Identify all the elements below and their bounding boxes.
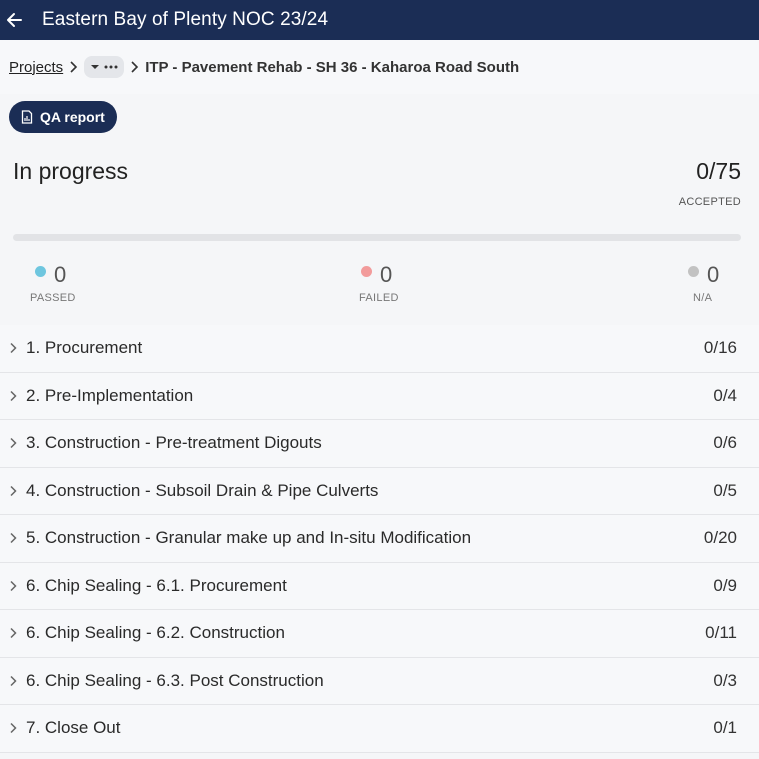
section-row[interactable]: 7. Close Out 0/1 xyxy=(0,705,759,753)
failed-label: FAILED xyxy=(359,292,399,304)
section-name: 5. Construction - Granular make up and I… xyxy=(26,528,472,548)
section-name: 4. Construction - Subsoil Drain & Pipe C… xyxy=(26,480,379,500)
qa-report-button[interactable]: QA report xyxy=(9,101,117,133)
section-row[interactable]: 6. Chip Sealing - 6.1. Procurement 0/9 xyxy=(0,563,759,610)
caret-down-icon xyxy=(91,65,100,69)
section-row[interactable]: 6. Chip Sealing - 6.2. Construction 0/11 xyxy=(0,610,759,658)
failed-count: 0 xyxy=(380,262,393,287)
section-row[interactable]: 3. Construction - Pre-treatment Digouts … xyxy=(0,420,759,468)
section-count: 0/3 xyxy=(713,670,737,690)
chevron-right-icon xyxy=(0,627,26,639)
chevron-right-icon xyxy=(0,485,26,497)
section-name: 7. Close Out xyxy=(26,718,121,738)
page-title: Eastern Bay of Plenty NOC 23/24 xyxy=(42,9,329,30)
app-header: Eastern Bay of Plenty NOC 23/24 xyxy=(0,0,759,40)
section-count: 0/5 xyxy=(713,480,737,500)
section-row[interactable]: 2. Pre-Implementation 0/4 xyxy=(0,373,759,420)
chevron-right-icon xyxy=(69,61,78,73)
section-count: 0/20 xyxy=(703,528,737,547)
section-name: 6. Chip Sealing - 6.3. Post Construction xyxy=(26,670,324,690)
chevron-right-icon xyxy=(0,390,26,402)
section-count: 0/16 xyxy=(703,338,737,357)
section-count: 0/9 xyxy=(713,575,737,595)
section-row[interactable]: 5. Construction - Granular make up and I… xyxy=(0,515,759,563)
breadcrumb: Projects ITP - Pavement Rehab - SH 36 - … xyxy=(0,40,759,94)
section-count: 0/1 xyxy=(713,718,737,737)
more-horizontal-icon xyxy=(104,65,118,69)
section-row[interactable]: 1. Procurement 0/16 xyxy=(0,325,759,373)
accepted-label: ACCEPTED xyxy=(678,196,741,208)
progress-bar xyxy=(13,234,741,241)
chevron-right-icon xyxy=(0,675,26,687)
passed-stat: 0 PASSED xyxy=(30,262,76,304)
na-dot-icon xyxy=(688,266,699,277)
section-count: 0/6 xyxy=(713,433,737,452)
chevron-right-icon xyxy=(0,532,26,544)
section-name: 6. Chip Sealing - 6.2. Construction xyxy=(26,623,285,643)
chevron-right-icon xyxy=(0,437,26,449)
section-name: 6. Chip Sealing - 6.1. Procurement xyxy=(26,575,287,595)
breadcrumb-current: ITP - Pavement Rehab - SH 36 - Kaharoa R… xyxy=(145,58,520,76)
passed-label: PASSED xyxy=(30,292,76,304)
section-row[interactable]: 4. Construction - Subsoil Drain & Pipe C… xyxy=(0,468,759,515)
section-name: 2. Pre-Implementation xyxy=(26,385,194,405)
section-row[interactable]: 6. Chip Sealing - 6.3. Post Construction… xyxy=(0,658,759,705)
qa-report-label: QA report xyxy=(40,109,105,125)
failed-stat: 0 FAILED xyxy=(359,262,399,304)
status-title: In progress xyxy=(13,158,129,184)
na-stat: 0 N/A xyxy=(688,262,719,304)
section-count: 0/11 xyxy=(705,623,737,642)
chevron-right-icon xyxy=(0,342,26,354)
back-button[interactable] xyxy=(0,6,28,34)
accepted-count: 0/75 xyxy=(696,158,741,184)
na-count: 0 xyxy=(707,262,720,287)
chevron-right-icon xyxy=(0,580,26,592)
failed-dot-icon xyxy=(361,266,372,277)
breadcrumb-more-button[interactable] xyxy=(84,56,125,78)
breadcrumb-projects-link[interactable]: Projects xyxy=(9,59,63,76)
section-name: 3. Construction - Pre-treatment Digouts xyxy=(26,433,322,453)
passed-dot-icon xyxy=(35,266,46,277)
arrow-left-icon xyxy=(7,13,22,27)
section-count: 0/4 xyxy=(713,385,737,405)
report-document-icon xyxy=(21,110,33,124)
na-label: N/A xyxy=(693,292,713,304)
chevron-right-icon xyxy=(130,61,139,73)
chevron-right-icon xyxy=(0,722,26,734)
section-list: 1. Procurement 0/16 2. Pre-Implementatio… xyxy=(0,325,759,753)
passed-count: 0 xyxy=(54,262,67,287)
section-name: 1. Procurement xyxy=(26,338,143,358)
